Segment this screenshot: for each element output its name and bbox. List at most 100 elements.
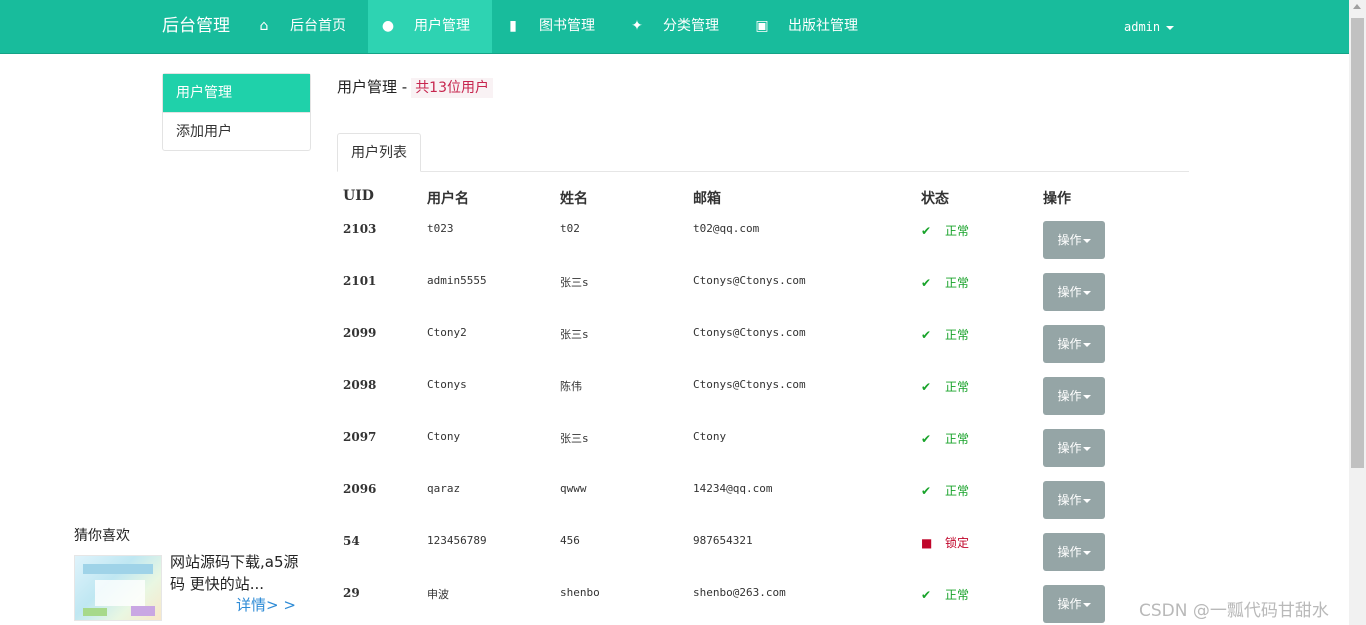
cell-name: t02 xyxy=(560,222,580,235)
cell-name: 张三s xyxy=(560,328,589,341)
user-menu[interactable]: admin xyxy=(1124,0,1175,53)
brand-title[interactable]: 后台管理 xyxy=(162,0,230,53)
column-header-email: 邮箱 xyxy=(693,191,721,207)
nav-item-label: 后台首页 xyxy=(290,18,346,34)
check-icon: ✔ xyxy=(921,380,932,394)
nav-item-label: 用户管理 xyxy=(414,18,470,34)
check-icon: ✔ xyxy=(921,328,932,342)
action-dropdown-button[interactable]: 操作 xyxy=(1043,221,1105,259)
nav-item-users[interactable]: ● 用户管理 xyxy=(368,0,492,53)
cell-email: t02@qq.com xyxy=(693,222,760,235)
recommend-thumbnail[interactable] xyxy=(74,555,162,621)
nav-item-label: 出版社管理 xyxy=(788,18,858,34)
action-button-label: 操作 xyxy=(1057,285,1082,299)
action-dropdown-button[interactable]: 操作 xyxy=(1043,429,1105,467)
cell-name: 张三s xyxy=(560,432,589,445)
status-text: 正常 xyxy=(945,380,970,394)
check-icon: ✔ xyxy=(921,276,932,290)
cell-username: t023 xyxy=(427,222,454,235)
status-text: 正常 xyxy=(945,224,970,238)
nav-item-home[interactable]: ⌂ 后台首页 xyxy=(244,0,360,53)
action-dropdown-button[interactable]: 操作 xyxy=(1043,585,1105,623)
watermark: CSDN @一瓢代码甘甜水 xyxy=(1139,601,1329,621)
chevron-down-icon xyxy=(1082,342,1091,347)
sidebar-item-user-management[interactable]: 用户管理 xyxy=(163,74,310,112)
scroll-up-icon[interactable] xyxy=(1353,4,1361,9)
action-dropdown-button[interactable]: 操作 xyxy=(1043,377,1105,415)
user-count: 共13位用户 xyxy=(411,78,494,98)
cell-uid: 2098 xyxy=(343,378,377,392)
cell-username: qaraz xyxy=(427,482,461,495)
cell-email: Ctonys@Ctonys.com xyxy=(693,274,806,287)
cell-name: qwww xyxy=(560,482,587,495)
status-badge: ✔ 正常 xyxy=(921,222,969,239)
nav-item-publishers[interactable]: ▣ 出版社管理 xyxy=(742,0,872,53)
status-badge: ■ 锁定 xyxy=(921,534,969,551)
action-button-label: 操作 xyxy=(1057,493,1082,507)
top-navbar: 后台管理 ⌂ 后台首页 ● 用户管理 ▮ 图书管理 ✦ 分类管理 ▣ 出版社管理 admi… xyxy=(0,0,1349,54)
status-text: 正常 xyxy=(945,276,970,290)
action-button-label: 操作 xyxy=(1057,597,1082,611)
chevron-down-icon xyxy=(1082,498,1091,503)
cell-username: admin5555 xyxy=(427,274,487,287)
column-header-uid: UID xyxy=(343,188,374,204)
tabs-divider xyxy=(337,171,1189,172)
action-dropdown-button[interactable]: 操作 xyxy=(1043,481,1105,519)
cell-username: 申波 xyxy=(427,588,449,601)
nav-item-categories[interactable]: ✦ 分类管理 xyxy=(617,0,733,53)
sidebar: 用户管理 添加用户 xyxy=(162,73,311,151)
sidebar-item-add-user[interactable]: 添加用户 xyxy=(163,112,310,150)
page-title: 用户管理 - 共13位用户 xyxy=(337,76,494,98)
cell-name: 张三s xyxy=(560,276,589,289)
nav-item-label: 分类管理 xyxy=(663,18,719,34)
tab-user-list[interactable]: 用户列表 xyxy=(337,133,421,172)
status-badge: ✔ 正常 xyxy=(921,586,969,603)
lock-icon: ■ xyxy=(921,536,933,550)
cell-uid: 54 xyxy=(343,534,360,548)
status-badge: ✔ 正常 xyxy=(921,378,969,395)
chevron-down-icon xyxy=(1082,290,1091,295)
scrollbar-thumb[interactable] xyxy=(1351,18,1364,468)
column-header-status: 状态 xyxy=(921,191,949,207)
action-dropdown-button[interactable]: 操作 xyxy=(1043,273,1105,311)
cell-username: 123456789 xyxy=(427,534,487,547)
cell-username: Ctonys xyxy=(427,378,467,391)
cell-uid: 2101 xyxy=(343,274,377,288)
cell-name: 456 xyxy=(560,534,580,547)
action-button-label: 操作 xyxy=(1057,389,1082,403)
recommend-text[interactable]: 网站源码下载,a5源码 更快的站... xyxy=(170,551,300,595)
cell-uid: 29 xyxy=(343,586,360,600)
status-text: 正常 xyxy=(945,588,970,602)
action-button-label: 操作 xyxy=(1057,233,1082,247)
chevron-down-icon xyxy=(1082,550,1091,555)
cell-uid: 2099 xyxy=(343,326,377,340)
cell-email: Ctony xyxy=(693,430,727,443)
cell-email: 987654321 xyxy=(693,534,753,547)
check-icon: ✔ xyxy=(921,588,932,602)
cell-username: Ctony2 xyxy=(427,326,467,339)
cell-email: shenbo@263.com xyxy=(693,586,786,599)
chevron-down-icon xyxy=(1082,394,1091,399)
cell-name: shenbo xyxy=(560,586,600,599)
chevron-down-icon xyxy=(1082,446,1091,451)
status-badge: ✔ 正常 xyxy=(921,326,969,343)
status-badge: ✔ 正常 xyxy=(921,274,969,291)
check-icon: ✔ xyxy=(921,224,932,238)
pushpin-icon: ✦ xyxy=(631,18,643,34)
action-dropdown-button[interactable]: 操作 xyxy=(1043,533,1105,571)
action-dropdown-button[interactable]: 操作 xyxy=(1043,325,1105,363)
status-text: 正常 xyxy=(945,432,970,446)
cell-uid: 2103 xyxy=(343,222,377,236)
recommend-title: 猜你喜欢 xyxy=(74,528,130,544)
cell-email: 14234@qq.com xyxy=(693,482,773,495)
recommend-more-link[interactable]: 详情> > xyxy=(236,594,296,615)
check-icon: ✔ xyxy=(921,484,932,498)
action-button-label: 操作 xyxy=(1057,441,1082,455)
status-text: 正常 xyxy=(945,484,970,498)
user-menu-label: admin xyxy=(1124,20,1161,34)
cell-name: 陈伟 xyxy=(560,380,582,393)
nav-item-books[interactable]: ▮ 图书管理 xyxy=(493,0,609,53)
action-button-label: 操作 xyxy=(1057,545,1082,559)
chevron-down-icon xyxy=(1082,238,1091,243)
page-title-text: 用户管理 - xyxy=(337,78,408,96)
